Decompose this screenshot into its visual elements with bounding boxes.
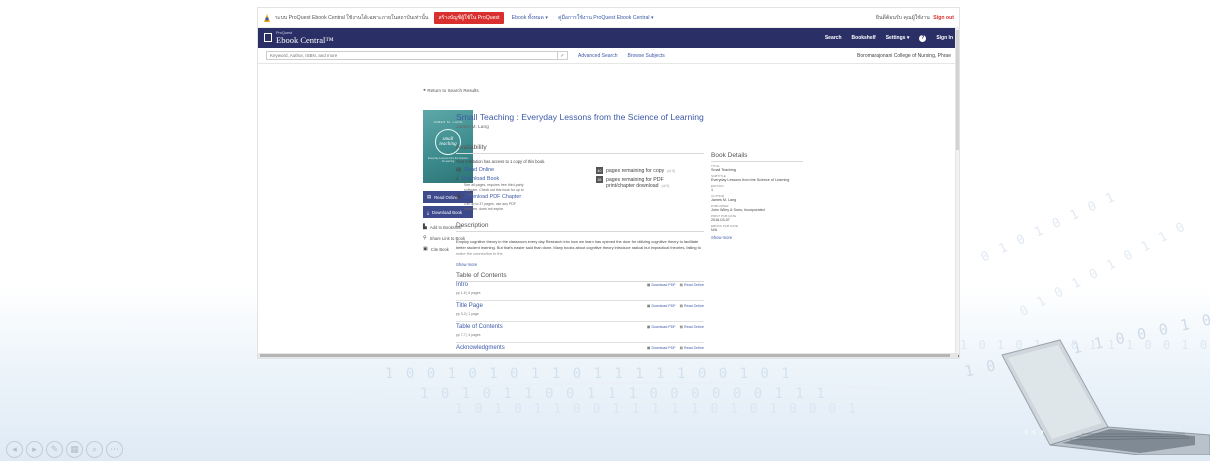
next-slide-icon[interactable]: ▸: [26, 441, 43, 458]
main-navbar: ProQuest Ebook Central™ Search Bookshelf…: [258, 28, 959, 48]
book-logo-icon: [264, 33, 272, 43]
book-details: Book Details TITLE Small Teaching SUBTIT…: [711, 152, 803, 240]
description-fade: [456, 251, 704, 259]
user-guide-menu[interactable]: คู่มือการใช้งาน ProQuest Ebook Central ▾: [558, 14, 654, 22]
pdf-icon: ▦: [456, 194, 462, 200]
horizontal-scroll-thumb[interactable]: [260, 354, 950, 357]
all-ebooks-menu[interactable]: Ebook ทั้งหมด ▾: [512, 14, 548, 22]
browse-subjects-link[interactable]: Browse Subjects: [627, 53, 664, 59]
binary-decoration: 1 0 1 0 1 1 0 0 1 1 1 0 0 0 0 0 0 1 1 1: [420, 386, 827, 402]
download-icon: ⤓: [427, 209, 429, 215]
slideshow-controls: ◂ ▸ ✎ ▦ ⌕ ⋯: [6, 441, 123, 458]
horizontal-scrollbar[interactable]: ▸: [258, 353, 959, 358]
toc-item-pages: pp 1-6 | 6 pages: [456, 291, 481, 295]
browser-window: ระบบ ProQuest Ebook Central ใช้งานได้เฉพ…: [257, 7, 960, 359]
toc-download-pdf[interactable]: ▦ Download PDF: [647, 325, 676, 329]
binary-decoration: 1 0 0 1 0 1 0 1 1 0 1 1 1 1 1 0 0 1 0 1: [385, 366, 792, 382]
cite-book-link[interactable]: ▣ Cite Book: [423, 246, 449, 252]
read-online-link[interactable]: ▤ Read Online: [456, 167, 494, 173]
download-pdf-chapter-link[interactable]: ▦ Download PDF Chapter: [456, 194, 521, 200]
download-icon: ⤓: [456, 175, 459, 181]
topbar-notice: ระบบ ProQuest Ebook Central ใช้งานได้เฉพ…: [275, 14, 429, 21]
advanced-search-link[interactable]: Advanced Search: [578, 53, 617, 59]
institution-name: Boromarajonani College of Nursing, Phrae: [857, 52, 951, 59]
nav-sign-in[interactable]: Sign In: [936, 35, 953, 41]
more-options-icon[interactable]: ⋯: [106, 441, 123, 458]
details-show-more[interactable]: Show more: [711, 235, 803, 240]
toc-item-title[interactable]: Title Page: [456, 303, 483, 309]
toc-item: Table of Contents pp 7-7 | 4 pages ▦ Dow…: [456, 324, 704, 343]
create-account-button[interactable]: สร้างบัญชีผู้ใช้ใน ProQuest: [434, 11, 504, 24]
copy-pages-count: 40: [596, 167, 603, 174]
welcome-text: ยินดีต้อนรับ คุณผู้ใช้งาน: [875, 14, 930, 21]
detail-value: 1: [711, 188, 714, 192]
zoom-icon[interactable]: ⌕: [86, 441, 103, 458]
nav-settings[interactable]: Settings ▾: [886, 35, 910, 41]
sign-out-link[interactable]: Sign out: [933, 15, 954, 21]
download-book-link[interactable]: ⤓ Download Book: [456, 175, 499, 182]
availability-text: Your institution has access to 1 copy of…: [456, 159, 546, 164]
toc-download-pdf[interactable]: ▦ Download PDF: [647, 304, 676, 308]
copy-pages-remaining: 40 pages remaining for copy (of 0): [596, 167, 676, 174]
cite-icon: ▣: [423, 246, 428, 252]
toc-item: Title Page pp 3-3 | 1 page ▦ Download PD…: [456, 303, 704, 322]
detail-value: N/A: [711, 228, 718, 232]
pdf-pages-remaining: 35 pages remaining for PDF: [596, 176, 664, 183]
book-icon: ▤: [456, 167, 462, 173]
institution-topbar: ระบบ ProQuest Ebook Central ใช้งานได้เฉพ…: [258, 8, 959, 28]
detail-value[interactable]: James M. Lang: [711, 198, 803, 202]
book-title: Small Teaching : Everyday Lessons from t…: [456, 112, 704, 122]
search-row: ✓ Advanced Search Browse Subjects Boroma…: [258, 48, 959, 64]
toc-item: Intro pp 1-6 | 6 pages ▦ Download PDF ▤ …: [456, 282, 704, 301]
toc-read-online[interactable]: ▤ Read Online: [680, 283, 704, 287]
book-details-heading: Book Details: [711, 152, 803, 162]
toc-read-online[interactable]: ▤ Read Online: [680, 304, 704, 308]
return-to-results-link[interactable]: ◂ Return to Search Results: [423, 87, 479, 93]
download-chapter-note: Get up to 37 pages, use any PDF software…: [464, 202, 516, 211]
toc-item-title[interactable]: Acknowledgments: [456, 345, 505, 351]
svg-text:‹ ‹ ›: ‹ ‹ ›: [1024, 425, 1044, 438]
back-arrow-icon: ◂: [423, 87, 426, 92]
search-input[interactable]: [266, 51, 558, 60]
previous-slide-icon[interactable]: ◂: [6, 441, 23, 458]
book-author[interactable]: James M. Lang: [456, 125, 489, 130]
help-icon[interactable]: ?: [919, 34, 927, 42]
toc-heading: Table of Contents: [456, 272, 704, 282]
toc-item-pages: pp 7-7 | 4 pages: [456, 333, 481, 337]
detail-value: 2016-03-07: [711, 218, 730, 222]
slides-grid-icon[interactable]: ▦: [66, 441, 83, 458]
laptop-illustration: ‹ ‹ ›: [1001, 339, 1210, 455]
availability-heading: Availability: [456, 144, 704, 154]
description-heading: Description: [456, 222, 704, 232]
link-icon: ⚲: [423, 235, 427, 241]
bookshelf-icon: ▙: [423, 224, 427, 230]
institution-logo-icon: [264, 13, 270, 22]
toc-item-title[interactable]: Table of Contents: [456, 324, 503, 330]
toc-read-online[interactable]: ▤ Read Online: [680, 325, 704, 329]
scroll-right-icon[interactable]: ▸: [958, 353, 959, 358]
detail-value: Everyday Lessons from the Science of Lea…: [711, 178, 790, 182]
description-show-more[interactable]: Show more: [456, 262, 477, 267]
book-open-icon: ▤: [427, 194, 432, 199]
pen-icon[interactable]: ✎: [46, 441, 63, 458]
ebook-central-logo[interactable]: ProQuest Ebook Central™: [264, 31, 334, 45]
pdf-pages-count: 35: [596, 176, 603, 183]
nav-bookshelf[interactable]: Bookshelf: [852, 35, 876, 41]
nav-search[interactable]: Search: [825, 35, 842, 41]
detail-value: Small Teaching: [711, 168, 736, 172]
search-submit-icon[interactable]: ✓: [558, 51, 568, 60]
toc-read-online[interactable]: ▤ Read Online: [680, 346, 704, 350]
toc-download-pdf[interactable]: ▦ Download PDF: [647, 346, 676, 350]
toc-item-title[interactable]: Intro: [456, 282, 468, 288]
detail-value: John Wiley & Sons, Incorporated: [711, 208, 765, 212]
toc-item-pages: pp 3-3 | 1 page: [456, 312, 479, 316]
vertical-scrollbar[interactable]: [955, 28, 959, 355]
pdf-pages-remaining-line2: print/chapter download (of 0): [606, 183, 670, 189]
binary-decoration: 1 0 1 0 1 1 0 0 1 1 1 1 1 0 1 0 1 0 0 0 …: [455, 402, 858, 417]
vertical-scroll-thumb[interactable]: [956, 30, 959, 150]
topbar-user: ยินดีต้อนรับ คุณผู้ใช้งาน Sign out: [876, 14, 954, 22]
logo-ebook-central: Ebook Central™: [276, 34, 334, 45]
toc-download-pdf[interactable]: ▦ Download PDF: [647, 283, 676, 287]
navbar-menu: Search Bookshelf Settings ▾ ? Sign In: [825, 34, 953, 42]
